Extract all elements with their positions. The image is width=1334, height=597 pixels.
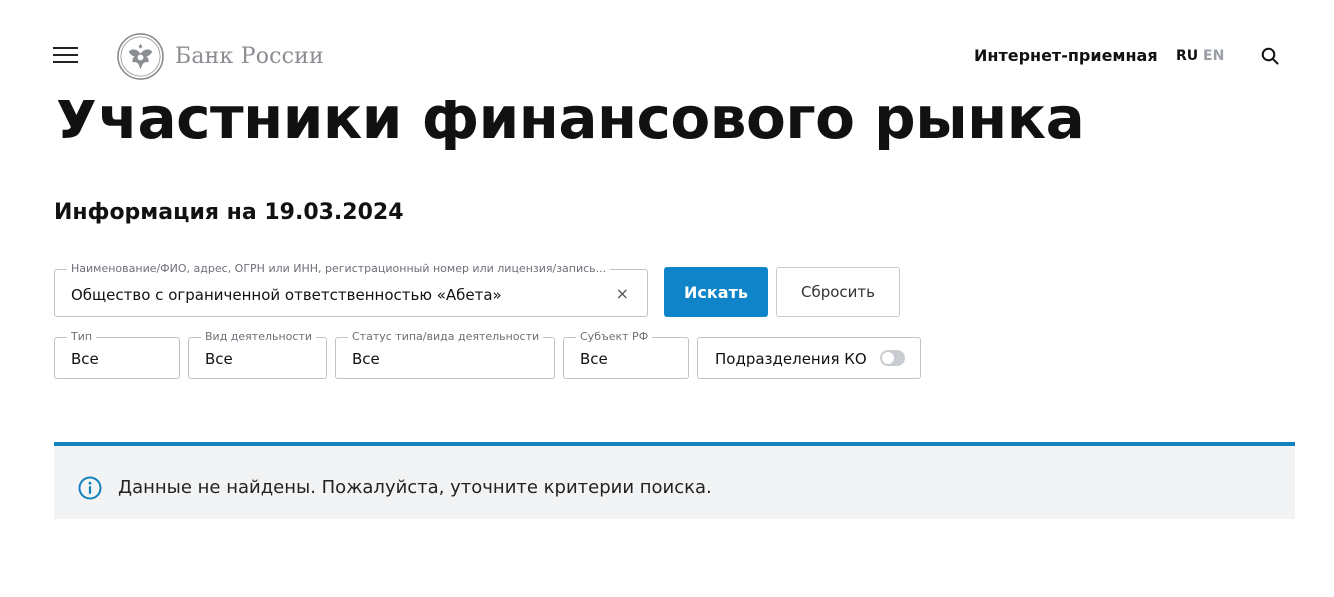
- region-select-value: Все: [580, 350, 608, 368]
- type-select[interactable]: Тип Все: [54, 330, 180, 379]
- region-select-legend: Субъект РФ: [576, 330, 653, 344]
- info-icon: [78, 476, 102, 500]
- search-input-legend: Наименование/ФИО, адрес, ОГРН или ИНН, р…: [67, 262, 611, 276]
- no-results-notice: Данные не найдены. Пожалуйста, уточните …: [54, 442, 1295, 519]
- search-icon[interactable]: [1261, 47, 1279, 65]
- search-input-value[interactable]: Общество с ограниченной ответственностью…: [71, 286, 502, 304]
- search-button[interactable]: Искать: [664, 267, 768, 317]
- activity-select-value: Все: [205, 350, 233, 368]
- toggle-knob: [882, 352, 894, 364]
- clear-icon[interactable]: ×: [616, 284, 629, 303]
- branches-filter: Подразделения КО: [697, 337, 921, 379]
- lang-ru-link[interactable]: RU: [1176, 48, 1198, 64]
- reception-link[interactable]: Интернет-приемная: [974, 46, 1158, 65]
- menu-icon[interactable]: [53, 47, 78, 65]
- activity-select[interactable]: Вид деятельности Все: [188, 330, 327, 379]
- status-select-value: Все: [352, 350, 380, 368]
- lang-en-link[interactable]: EN: [1203, 48, 1224, 64]
- activity-select-legend: Вид деятельности: [201, 330, 317, 344]
- logo[interactable]: Банк России: [116, 31, 324, 81]
- branches-label: Подразделения КО: [715, 350, 867, 368]
- bank-emblem-icon: [117, 32, 164, 80]
- search-input[interactable]: Наименование/ФИО, адрес, ОГРН или ИНН, р…: [54, 262, 648, 317]
- logo-text: Банк России: [175, 43, 324, 69]
- reset-button[interactable]: Сбросить: [776, 267, 900, 317]
- type-select-legend: Тип: [67, 330, 97, 344]
- status-select[interactable]: Статус типа/вида деятельности Все: [335, 330, 555, 379]
- status-select-legend: Статус типа/вида деятельности: [348, 330, 544, 344]
- site-header: Банк России Интернет-приемная RU EN: [0, 0, 1334, 100]
- type-select-value: Все: [71, 350, 99, 368]
- branches-toggle[interactable]: [880, 350, 905, 366]
- notice-message: Данные не найдены. Пожалуйста, уточните …: [118, 477, 712, 498]
- region-select[interactable]: Субъект РФ Все: [563, 330, 689, 379]
- info-date: Информация на 19.03.2024: [54, 200, 404, 225]
